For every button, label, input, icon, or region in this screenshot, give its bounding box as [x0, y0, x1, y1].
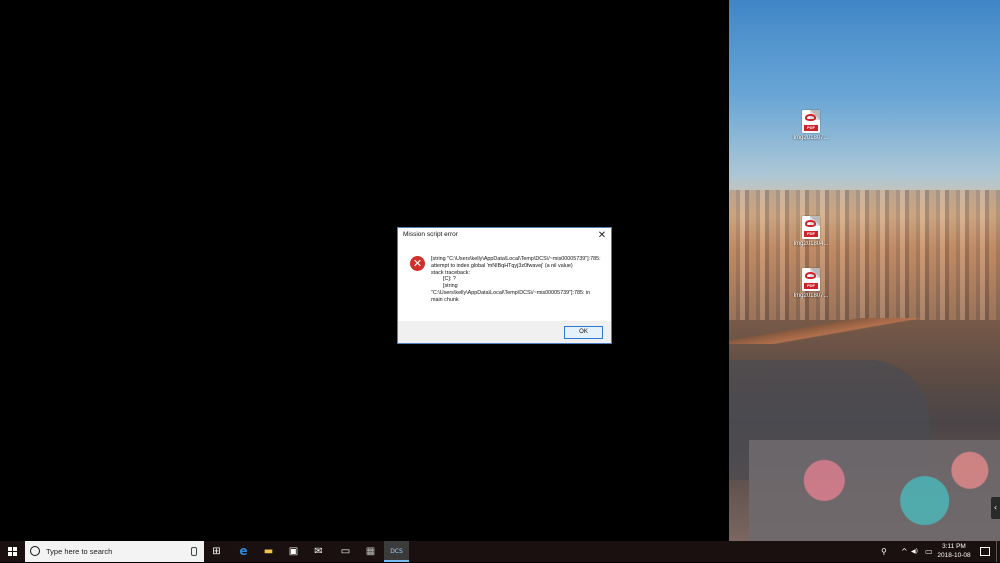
dcs-icon: DCS — [390, 548, 403, 555]
taskbar-app-edge[interactable]: e — [231, 541, 256, 562]
store-icon: ▣ — [288, 546, 299, 557]
pdf-file-icon: PDF — [802, 110, 820, 133]
taskbar-app-store[interactable]: ▣ — [281, 541, 306, 562]
error-message: [string "C:\Users\kelly\AppData\Local\Te… — [431, 256, 601, 303]
action-center-icon — [980, 547, 990, 556]
taskbar-app-game[interactable]: ▦ — [358, 541, 383, 562]
app-window-icon: ▭ — [340, 546, 351, 557]
desktop-icon-label: Img201807... — [793, 293, 829, 299]
clock-time: 3:11 PM — [942, 543, 966, 550]
wallpaper-bridge — [729, 318, 1000, 344]
volume-icon[interactable]: ◀) — [911, 541, 918, 562]
edge-icon: e — [239, 544, 248, 558]
taskbar-app-file-explorer[interactable]: ▬ — [256, 541, 281, 562]
folder-icon: ▬ — [263, 546, 274, 557]
taskbar: Type here to search ⊞ e ▬ ▣ ✉ ▭ ▦ DCS ⚲ … — [0, 541, 1000, 562]
taskbar-clock[interactable]: 3:11 PM 2018-10-08 — [933, 543, 975, 560]
desktop-icon-label: Img201804... — [793, 241, 829, 247]
black-screen-area — [0, 0, 729, 541]
error-icon: ✕ — [410, 256, 425, 271]
desktop-wallpaper — [729, 0, 1000, 541]
close-button[interactable]: ✕ — [595, 229, 609, 243]
microphone-icon[interactable] — [191, 547, 197, 556]
wallpaper-roofs — [749, 440, 1000, 541]
desktop-icon-pdf-3[interactable]: PDF Img201807... — [781, 268, 841, 299]
desktop-icon-label: Img201807... — [793, 135, 829, 141]
desktop-icon-pdf-2[interactable]: PDF Img201804... — [781, 216, 841, 247]
taskbar-app-dcs[interactable]: DCS — [384, 541, 409, 562]
task-view-button[interactable]: ⊞ — [204, 541, 229, 562]
start-button[interactable] — [0, 541, 25, 562]
dialog-title: Mission script error — [403, 231, 458, 238]
dialog-titlebar[interactable]: Mission script error ✕ — [398, 228, 611, 244]
network-icon[interactable]: ▭ — [925, 541, 933, 562]
notifications-button[interactable] — [977, 541, 993, 562]
wallpaper-city — [729, 190, 1000, 320]
desktop-icon-pdf-1[interactable]: PDF Img201807... — [781, 110, 841, 141]
task-view-icon: ⊞ — [212, 546, 221, 557]
pdf-file-icon: PDF — [802, 268, 820, 291]
ok-button[interactable]: OK — [564, 326, 603, 339]
search-placeholder: Type here to search — [46, 547, 113, 556]
clock-date: 2018-10-08 — [937, 551, 971, 559]
mission-script-error-dialog: Mission script error ✕ ✕ [string "C:\Use… — [397, 227, 612, 344]
chevron-up-icon[interactable]: ^ — [901, 541, 908, 562]
people-icon[interactable]: ⚲ — [881, 541, 887, 562]
taskbar-app-black[interactable]: ▭ — [333, 541, 358, 562]
mail-icon: ✉ — [314, 546, 323, 557]
taskbar-search-box[interactable]: Type here to search — [25, 541, 204, 562]
dialog-footer: OK — [398, 321, 611, 343]
game-icon: ▦ — [365, 546, 376, 557]
cortana-icon — [30, 546, 40, 556]
scroll-arrow-button[interactable]: ‹ — [991, 497, 1000, 519]
show-desktop-button[interactable] — [996, 541, 1000, 562]
taskbar-app-mail[interactable]: ✉ — [306, 541, 331, 562]
desktop: PDF Img201807... PDF Img201804... PDF Im… — [0, 0, 1000, 541]
windows-logo-icon — [8, 546, 17, 556]
pdf-file-icon: PDF — [802, 216, 820, 239]
